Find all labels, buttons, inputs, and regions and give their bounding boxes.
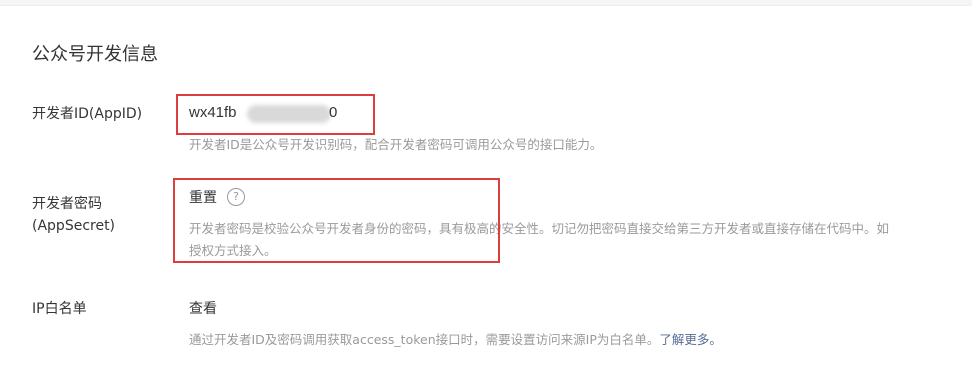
appsecret-actions: 重置 ?: [189, 186, 245, 208]
reset-secret-button[interactable]: 重置: [189, 187, 217, 207]
appsecret-description-line1: 开发者密码是校验公众号开发者身份的密码，具有极高的安全性。切记勿把密码直接交给第…: [189, 221, 890, 236]
appsecret-description-line2: 授权方式接入。: [189, 243, 277, 258]
appid-value-suffix: 0: [329, 104, 338, 121]
section-title: 公众号开发信息: [32, 44, 158, 65]
ip-whitelist-description: 通过开发者ID及密码调用获取access_token接口时，需要设置访问来源IP…: [189, 329, 722, 351]
appsecret-label: 开发者密码(AppSecret): [32, 196, 116, 234]
help-icon[interactable]: ?: [227, 188, 245, 206]
redacted-mask: [247, 105, 331, 123]
appid-value[interactable]: wx41fb 0: [189, 103, 349, 125]
learn-more-link[interactable]: 了解更多。: [659, 332, 722, 347]
view-whitelist-button[interactable]: 查看: [189, 298, 217, 320]
appid-description: 开发者ID是公众号开发识别码，配合开发者密码可调用公众号的接口能力。: [189, 137, 603, 152]
ip-whitelist-description-text: 通过开发者ID及密码调用获取access_token接口时，需要设置访问来源IP…: [189, 332, 660, 347]
developer-info-page: 公众号开发信息 开发者ID(AppID) wx41fb 0 开发者ID是公众号开…: [0, 0, 972, 382]
ip-whitelist-label: IP白名单: [32, 301, 87, 317]
top-divider: [0, 0, 972, 6]
appid-value-prefix: wx41fb: [189, 104, 237, 121]
appid-label: 开发者ID(AppID): [32, 106, 143, 122]
